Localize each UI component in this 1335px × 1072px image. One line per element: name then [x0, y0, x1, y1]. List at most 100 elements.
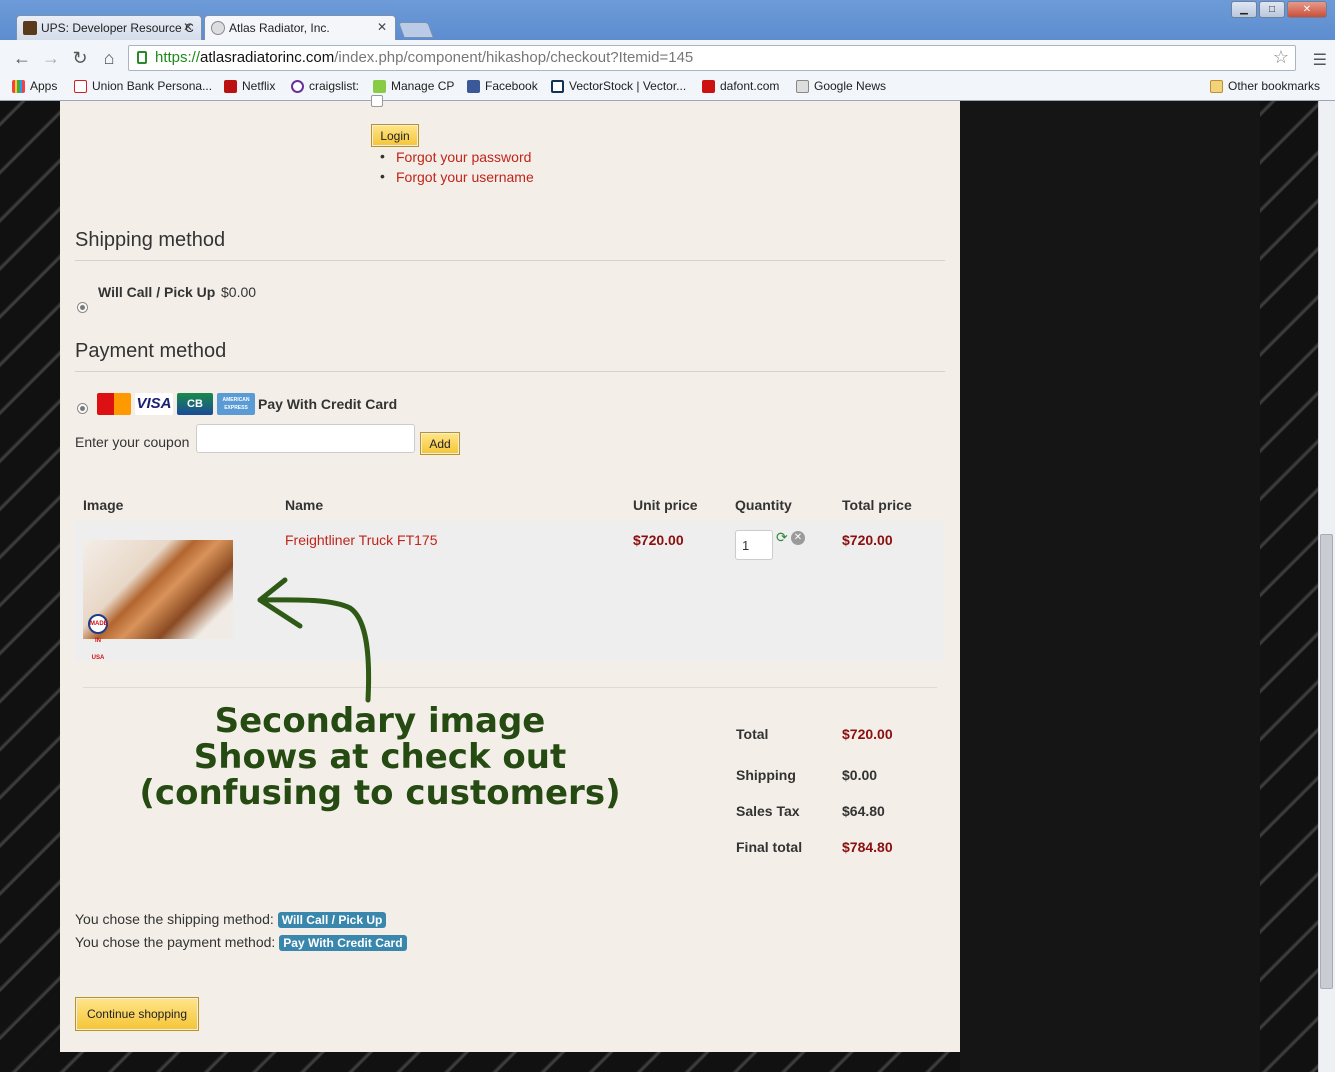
url-scheme: https:// — [155, 49, 201, 66]
col-header-name: Name — [285, 497, 324, 513]
close-window-button[interactable]: ✕ — [1287, 1, 1327, 18]
tab-strip: UPS: Developer Resource C ✕ Atlas Radiat… — [0, 0, 1335, 41]
remember-me-checkbox[interactable] — [371, 95, 383, 107]
chosen-payment-line: You chose the payment method: Pay With Cr… — [75, 934, 407, 951]
other-bookmarks-label: Other bookmarks — [1228, 79, 1321, 93]
col-header-total-price: Total price — [842, 497, 912, 513]
ups-favicon-icon — [23, 21, 37, 35]
login-help-links: Forgot your password Forgot your usernam… — [380, 148, 534, 189]
reload-icon[interactable]: ↻ — [69, 48, 91, 69]
shipping-value: $0.00 — [842, 767, 878, 783]
shipping-option-price: $0.00 — [221, 284, 257, 300]
bookmark-vectorstock[interactable]: VectorStock | Vector... — [551, 79, 686, 93]
bookmark-label: Google News — [814, 79, 887, 93]
unit-price: $720.00 — [633, 532, 684, 548]
cb-icon: CB — [177, 393, 213, 415]
quantity-input[interactable]: 1 — [735, 530, 773, 560]
peace-icon — [291, 80, 304, 93]
news-icon — [796, 80, 809, 93]
bookmark-label: Union Bank Persona... — [92, 79, 213, 93]
payment-radio[interactable] — [77, 403, 88, 414]
bookmark-union-bank[interactable]: Union Bank Persona... — [74, 79, 212, 93]
chosen-payment-text: You chose the payment method: — [75, 934, 276, 950]
bookmark-label: Apps — [30, 79, 58, 93]
bookmark-netflix[interactable]: Netflix — [224, 79, 275, 93]
chosen-shipping-text: You chose the shipping method: — [75, 911, 274, 927]
delete-icon[interactable]: ✕ — [791, 531, 805, 545]
close-tab-icon[interactable]: ✕ — [377, 20, 387, 34]
scrollbar-thumb[interactable] — [1320, 534, 1333, 989]
list-item: Forgot your username — [380, 168, 534, 189]
union-bank-icon — [74, 80, 87, 93]
payment-option-name: Pay With Credit Card — [258, 396, 398, 412]
coupon-input[interactable] — [196, 424, 415, 453]
menu-icon[interactable]: ☰ — [1313, 50, 1327, 70]
dafont-icon — [702, 80, 715, 93]
page-scrollbar[interactable] — [1318, 101, 1335, 1072]
chosen-payment-badge: Pay With Credit Card — [279, 935, 407, 951]
bookmark-star-icon[interactable]: ☆ — [1273, 47, 1289, 68]
final-total-value: $784.80 — [842, 839, 893, 855]
final-total-label: Final total — [736, 839, 803, 855]
mastercard-icon — [97, 393, 131, 415]
apps-grid-icon — [12, 80, 25, 93]
shipping-option-name: Will Call / Pick Up — [98, 284, 216, 300]
made-in-usa-badge: MADE IN USA — [88, 614, 108, 661]
bookmark-manage-cp[interactable]: Manage CP — [373, 79, 454, 93]
refresh-icon[interactable]: ⟳ — [776, 530, 789, 544]
netflix-icon — [224, 80, 237, 93]
annotation-arrow-icon — [257, 577, 372, 703]
coupon-label: Enter your coupon — [75, 434, 190, 450]
close-tab-icon[interactable]: ✕ — [183, 20, 193, 34]
facebook-icon — [467, 80, 480, 93]
url-host: atlasradiatorinc.com — [200, 49, 335, 66]
forgot-password-link[interactable]: Forgot your password — [396, 149, 531, 165]
sales-tax-label: Sales Tax — [736, 803, 800, 819]
visa-icon: VISA — [135, 393, 173, 415]
back-arrow-icon[interactable]: ← — [11, 48, 33, 69]
forgot-username-link[interactable]: Forgot your username — [396, 169, 534, 185]
col-header-image: Image — [83, 497, 124, 513]
bookmark-label: Facebook — [485, 79, 538, 93]
login-button[interactable]: Login — [371, 124, 419, 147]
product-image[interactable]: MADE IN USA — [83, 540, 233, 661]
tab-atlas[interactable]: Atlas Radiator, Inc. ✕ — [204, 15, 396, 41]
add-coupon-button[interactable]: Add — [420, 432, 460, 455]
col-header-unit-price: Unit price — [633, 497, 698, 513]
tab-title: Atlas Radiator, Inc. — [229, 21, 330, 35]
shipping-label: Shipping — [736, 767, 796, 783]
annotation-text: Secondary image Shows at check out (conf… — [60, 703, 700, 811]
window-controls: ▁ □ ✕ — [1231, 1, 1327, 18]
minimize-button[interactable]: ▁ — [1231, 1, 1257, 18]
annotation-line-1: Secondary image — [214, 701, 546, 741]
home-icon[interactable]: ⌂ — [98, 48, 120, 69]
bookmark-label: dafont.com — [720, 79, 780, 93]
bookmark-label: Netflix — [242, 79, 276, 93]
forward-arrow-icon[interactable]: → — [40, 48, 62, 69]
bookmark-facebook[interactable]: Facebook — [467, 79, 538, 93]
payment-method-heading: Payment method — [75, 340, 227, 362]
divider — [75, 260, 945, 261]
sales-tax-value: $64.80 — [842, 803, 885, 819]
product-name-link[interactable]: Freightliner Truck FT175 — [285, 532, 438, 548]
right-dark-column — [960, 101, 1260, 1072]
bookmark-label: craigslist: — [309, 79, 360, 93]
bookmark-apps[interactable]: Apps — [12, 79, 57, 93]
annotation-line-2: Shows at check out — [193, 737, 567, 777]
bookmark-craigslist[interactable]: craigslist: — [291, 79, 359, 93]
bookmark-google-news[interactable]: Google News — [796, 79, 886, 93]
bookmark-label: Manage CP — [391, 79, 455, 93]
vectorstock-icon — [551, 80, 564, 93]
maximize-button[interactable]: □ — [1259, 1, 1285, 18]
shipping-radio[interactable] — [77, 302, 88, 313]
total-price: $720.00 — [842, 532, 893, 548]
bookmark-dafont[interactable]: dafont.com — [702, 79, 779, 93]
other-bookmarks[interactable]: Other bookmarks — [1210, 79, 1320, 93]
shipping-method-heading: Shipping method — [75, 229, 226, 251]
amex-icon: AMERICAN EXPRESS — [217, 393, 255, 415]
continue-shopping-button[interactable]: Continue shopping — [75, 997, 199, 1031]
address-bar[interactable]: https://atlasradiatorinc.com/index.php/c… — [128, 45, 1296, 71]
tab-ups[interactable]: UPS: Developer Resource C ✕ — [16, 15, 202, 41]
new-tab-button[interactable] — [398, 22, 434, 38]
col-header-quantity: Quantity — [735, 497, 792, 513]
